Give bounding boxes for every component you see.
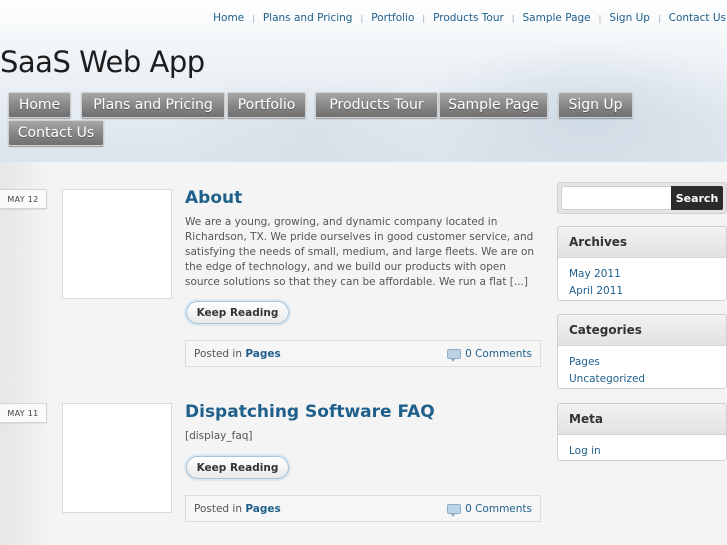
top-nav-home[interactable]: Home xyxy=(213,12,244,24)
comment-bubble-icon xyxy=(447,503,462,517)
meta-title: Meta xyxy=(558,404,726,435)
comments-link[interactable]: 0 Comments xyxy=(447,502,532,517)
post-title[interactable]: Dispatching Software FAQ xyxy=(185,402,435,422)
categories-widget: Categories Pages Uncategorized xyxy=(557,314,727,389)
main-nav-products-tour[interactable]: Products Tour xyxy=(315,92,438,118)
top-nav-sign-up[interactable]: Sign Up xyxy=(609,12,650,24)
post-thumbnail[interactable] xyxy=(62,403,172,513)
top-nav-separator: | xyxy=(422,13,426,23)
left-decoration xyxy=(0,162,48,545)
keep-reading-button[interactable]: Keep Reading xyxy=(186,301,289,324)
categories-list: Pages Uncategorized xyxy=(558,346,726,388)
posted-in-label: Posted in xyxy=(194,502,246,515)
top-nav-separator: | xyxy=(360,13,364,23)
meta-list: Log in xyxy=(558,435,726,460)
archive-link[interactable]: May 2011 xyxy=(569,268,621,280)
category-link[interactable]: Uncategorized xyxy=(569,373,645,385)
comments-count: 0 Comments xyxy=(465,502,532,515)
post-excerpt: [display_faq] xyxy=(185,430,253,442)
top-nav-sample-page[interactable]: Sample Page xyxy=(523,12,591,24)
site-header: Home | Plans and Pricing | Portfolio | P… xyxy=(0,0,727,162)
main-nav-sample-page[interactable]: Sample Page xyxy=(439,92,548,118)
keep-reading-button[interactable]: Keep Reading xyxy=(186,456,289,479)
main-nav-sign-up[interactable]: Sign Up xyxy=(558,92,633,118)
top-nav-separator: | xyxy=(252,13,255,23)
post-meta: Posted in Pages 0 Comments xyxy=(185,495,541,522)
categories-title: Categories xyxy=(558,315,726,346)
post-category-link[interactable]: Pages xyxy=(245,348,280,360)
post-title[interactable]: About xyxy=(185,188,242,208)
search-button[interactable]: Search xyxy=(671,186,723,210)
top-nav-products-tour[interactable]: Products Tour xyxy=(433,12,504,24)
main-nav-portfolio[interactable]: Portfolio xyxy=(227,92,306,118)
post-date-tab: MAY 12 xyxy=(0,189,47,209)
archives-widget: Archives May 2011 April 2011 xyxy=(557,226,727,301)
category-link[interactable]: Pages xyxy=(569,356,600,368)
post-meta: Posted in Pages 0 Comments xyxy=(185,340,541,367)
comment-bubble-icon xyxy=(447,348,462,362)
post-category-link[interactable]: Pages xyxy=(245,503,280,515)
post-thumbnail[interactable] xyxy=(62,189,172,299)
top-nav: Home | Plans and Pricing | Portfolio | P… xyxy=(213,10,727,26)
posted-in: Posted in Pages xyxy=(194,503,281,515)
comments-count: 0 Comments xyxy=(465,347,532,360)
posted-in-label: Posted in xyxy=(194,347,246,360)
main-nav-contact-us[interactable]: Contact Us xyxy=(8,120,104,146)
login-link[interactable]: Log in xyxy=(569,445,601,457)
archive-link[interactable]: April 2011 xyxy=(569,285,623,297)
search-input[interactable] xyxy=(561,186,671,210)
top-nav-separator: | xyxy=(511,13,515,23)
top-nav-plans-and-pricing[interactable]: Plans and Pricing xyxy=(263,12,353,24)
post-date-tab: MAY 11 xyxy=(0,403,47,423)
posted-in: Posted in Pages xyxy=(194,348,281,360)
top-nav-separator: | xyxy=(598,13,602,23)
top-nav-contact-us[interactable]: Contact Us xyxy=(669,12,726,24)
archives-title: Archives xyxy=(558,227,726,258)
main-nav-home[interactable]: Home xyxy=(8,92,71,118)
comments-link[interactable]: 0 Comments xyxy=(447,347,532,362)
top-nav-separator: | xyxy=(657,13,661,23)
post-excerpt: We are a young, growing, and dynamic com… xyxy=(185,216,535,288)
archives-list: May 2011 April 2011 xyxy=(558,258,726,300)
site-title[interactable]: SaaS Web App xyxy=(0,45,205,79)
meta-widget: Meta Log in xyxy=(557,403,727,461)
main-nav-plans-and-pricing[interactable]: Plans and Pricing xyxy=(81,92,225,118)
top-nav-portfolio[interactable]: Portfolio xyxy=(371,12,414,24)
